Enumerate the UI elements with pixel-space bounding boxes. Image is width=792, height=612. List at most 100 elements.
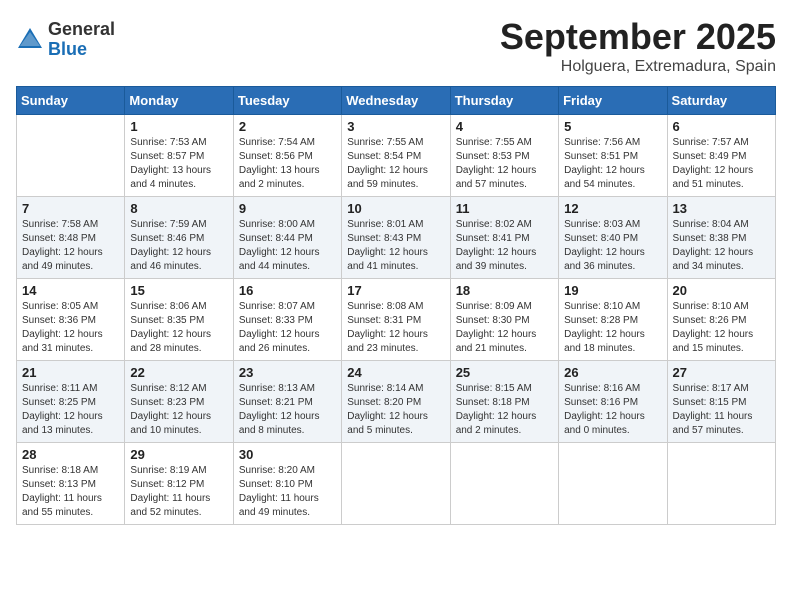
calendar-cell: 3Sunrise: 7:55 AMSunset: 8:54 PMDaylight…: [342, 115, 450, 197]
day-number: 21: [22, 365, 119, 380]
weekday-header-saturday: Saturday: [667, 87, 775, 115]
calendar-cell: [342, 443, 450, 525]
calendar-cell: 5 Sunrise: 7:56 AMSunset: 8:51 PMDaylight…: [559, 115, 667, 197]
day-info: Sunrise: 8:16 AMSunset: 8:16 PMDaylight:…: [564, 382, 661, 438]
day-info: Sunrise: 7:55 AMSunset: 8:53 PMDaylight:…: [456, 136, 553, 192]
calendar-cell: 29Sunrise: 8:19 AMSunset: 8:12 PMDayligh…: [125, 443, 233, 525]
day-number: 7: [22, 201, 119, 216]
day-number: 11: [456, 201, 553, 216]
day-info: Sunrise: 8:15 AMSunset: 8:18 PMDaylight:…: [456, 382, 553, 438]
day-number: 10: [347, 201, 444, 216]
calendar-cell: 19Sunrise: 8:10 AMSunset: 8:28 PMDayligh…: [559, 279, 667, 361]
weekday-header-row: SundayMondayTuesdayWednesdayThursdayFrid…: [17, 87, 776, 115]
calendar-cell: 22Sunrise: 8:12 AMSunset: 8:23 PMDayligh…: [125, 361, 233, 443]
day-number: 25: [456, 365, 553, 380]
day-info: Sunrise: 8:14 AMSunset: 8:20 PMDaylight:…: [347, 382, 444, 438]
page-header: General Blue September 2025 Holguera, Ex…: [16, 16, 776, 76]
calendar-cell: 26 Sunrise: 8:16 AMSunset: 8:16 PMDayligh…: [559, 361, 667, 443]
weekday-header-wednesday: Wednesday: [342, 87, 450, 115]
day-info: Sunrise: 8:08 AMSunset: 8:31 PMDaylight:…: [347, 300, 444, 356]
day-info: Sunrise: 8:04 AMSunset: 8:38 PMDaylight:…: [673, 218, 770, 274]
calendar-cell: [450, 443, 558, 525]
day-info: Sunrise: 8:19 AMSunset: 8:12 PMDaylight:…: [130, 464, 227, 520]
calendar-cell: 6 Sunrise: 7:57 AMSunset: 8:49 PMDaylight…: [667, 115, 775, 197]
week-row-2: 7 Sunrise: 7:58 AMSunset: 8:48 PMDaylight…: [17, 197, 776, 279]
location-title: Holguera, Extremadura, Spain: [500, 58, 776, 76]
day-number: 16: [239, 283, 336, 298]
day-info: Sunrise: 7:57 AMSunset: 8:49 PMDaylight:…: [673, 136, 770, 192]
day-number: 3: [347, 119, 444, 134]
day-number: 30: [239, 447, 336, 462]
day-info: Sunrise: 8:02 AMSunset: 8:41 PMDaylight:…: [456, 218, 553, 274]
calendar-cell: 23 Sunrise: 8:13 AMSunset: 8:21 PMDayligh…: [233, 361, 341, 443]
calendar-cell: 9 Sunrise: 8:00 AMSunset: 8:44 PMDaylight…: [233, 197, 341, 279]
weekday-header-friday: Friday: [559, 87, 667, 115]
day-number: 9: [239, 201, 336, 216]
calendar-cell: [667, 443, 775, 525]
logo-general-text: General: [48, 20, 115, 40]
calendar-cell: 16 Sunrise: 8:07 AMSunset: 8:33 PMDayligh…: [233, 279, 341, 361]
day-number: 26: [564, 365, 661, 380]
day-number: 5: [564, 119, 661, 134]
day-number: 28: [22, 447, 119, 462]
calendar-cell: 18Sunrise: 8:09 AMSunset: 8:30 PMDayligh…: [450, 279, 558, 361]
day-info: Sunrise: 8:03 AMSunset: 8:40 PMDaylight:…: [564, 218, 661, 274]
calendar-cell: 24 Sunrise: 8:14 AMSunset: 8:20 PMDayligh…: [342, 361, 450, 443]
week-row-1: 1 Sunrise: 7:53 AMSunset: 8:57 PMDaylight…: [17, 115, 776, 197]
day-info: Sunrise: 8:06 AMSunset: 8:35 PMDaylight:…: [130, 300, 227, 356]
day-info: Sunrise: 8:10 AMSunset: 8:26 PMDaylight:…: [673, 300, 770, 356]
day-info: Sunrise: 7:54 AMSunset: 8:56 PMDaylight:…: [239, 136, 336, 192]
weekday-header-sunday: Sunday: [17, 87, 125, 115]
day-info: Sunrise: 8:01 AMSunset: 8:43 PMDaylight:…: [347, 218, 444, 274]
day-number: 15: [130, 283, 227, 298]
calendar-cell: 13Sunrise: 8:04 AMSunset: 8:38 PMDayligh…: [667, 197, 775, 279]
calendar-cell: 10 Sunrise: 8:01 AMSunset: 8:43 PMDayligh…: [342, 197, 450, 279]
calendar-cell: 14 Sunrise: 8:05 AMSunset: 8:36 PMDayligh…: [17, 279, 125, 361]
day-number: 17: [347, 283, 444, 298]
calendar-cell: 21 Sunrise: 8:11 AMSunset: 8:25 PMDayligh…: [17, 361, 125, 443]
title-area: September 2025 Holguera, Extremadura, Sp…: [500, 16, 776, 76]
day-info: Sunrise: 8:07 AMSunset: 8:33 PMDaylight:…: [239, 300, 336, 356]
day-info: Sunrise: 8:11 AMSunset: 8:25 PMDaylight:…: [22, 382, 119, 438]
calendar-cell: 12 Sunrise: 8:03 AMSunset: 8:40 PMDayligh…: [559, 197, 667, 279]
day-info: Sunrise: 7:58 AMSunset: 8:48 PMDaylight:…: [22, 218, 119, 274]
week-row-5: 28 Sunrise: 8:18 AMSunset: 8:13 PMDayligh…: [17, 443, 776, 525]
logo-blue-text: Blue: [48, 40, 115, 60]
day-info: Sunrise: 7:59 AMSunset: 8:46 PMDaylight:…: [130, 218, 227, 274]
logo: General Blue: [16, 20, 115, 60]
day-info: Sunrise: 7:53 AMSunset: 8:57 PMDaylight:…: [130, 136, 227, 192]
weekday-header-thursday: Thursday: [450, 87, 558, 115]
day-number: 2: [239, 119, 336, 134]
week-row-3: 14 Sunrise: 8:05 AMSunset: 8:36 PMDayligh…: [17, 279, 776, 361]
calendar-cell: 25 Sunrise: 8:15 AMSunset: 8:18 PMDayligh…: [450, 361, 558, 443]
day-info: Sunrise: 8:10 AMSunset: 8:28 PMDaylight:…: [564, 300, 661, 356]
week-row-4: 21 Sunrise: 8:11 AMSunset: 8:25 PMDayligh…: [17, 361, 776, 443]
day-number: 24: [347, 365, 444, 380]
day-number: 12: [564, 201, 661, 216]
day-number: 6: [673, 119, 770, 134]
day-info: Sunrise: 8:17 AMSunset: 8:15 PMDaylight:…: [673, 382, 770, 438]
day-number: 22: [130, 365, 227, 380]
day-number: 4: [456, 119, 553, 134]
logo-icon: [16, 26, 44, 54]
calendar-cell: [559, 443, 667, 525]
day-number: 23: [239, 365, 336, 380]
calendar-table: SundayMondayTuesdayWednesdayThursdayFrid…: [16, 86, 776, 525]
logo-text: General Blue: [48, 20, 115, 60]
calendar-cell: 2 Sunrise: 7:54 AMSunset: 8:56 PMDaylight…: [233, 115, 341, 197]
day-number: 8: [130, 201, 227, 216]
calendar-cell: 17 Sunrise: 8:08 AMSunset: 8:31 PMDayligh…: [342, 279, 450, 361]
day-info: Sunrise: 7:56 AMSunset: 8:51 PMDaylight:…: [564, 136, 661, 192]
calendar-cell: 15 Sunrise: 8:06 AMSunset: 8:35 PMDayligh…: [125, 279, 233, 361]
day-info: Sunrise: 8:20 AMSunset: 8:10 PMDaylight:…: [239, 464, 336, 520]
weekday-header-tuesday: Tuesday: [233, 87, 341, 115]
day-info: Sunrise: 8:13 AMSunset: 8:21 PMDaylight:…: [239, 382, 336, 438]
day-info: Sunrise: 8:05 AMSunset: 8:36 PMDaylight:…: [22, 300, 119, 356]
day-info: Sunrise: 8:00 AMSunset: 8:44 PMDaylight:…: [239, 218, 336, 274]
day-number: 14: [22, 283, 119, 298]
calendar-cell: 28 Sunrise: 8:18 AMSunset: 8:13 PMDayligh…: [17, 443, 125, 525]
calendar-cell: 4 Sunrise: 7:55 AMSunset: 8:53 PMDaylight…: [450, 115, 558, 197]
day-info: Sunrise: 8:18 AMSunset: 8:13 PMDaylight:…: [22, 464, 119, 520]
day-number: 1: [130, 119, 227, 134]
calendar-cell: 30 Sunrise: 8:20 AMSunset: 8:10 PMDayligh…: [233, 443, 341, 525]
